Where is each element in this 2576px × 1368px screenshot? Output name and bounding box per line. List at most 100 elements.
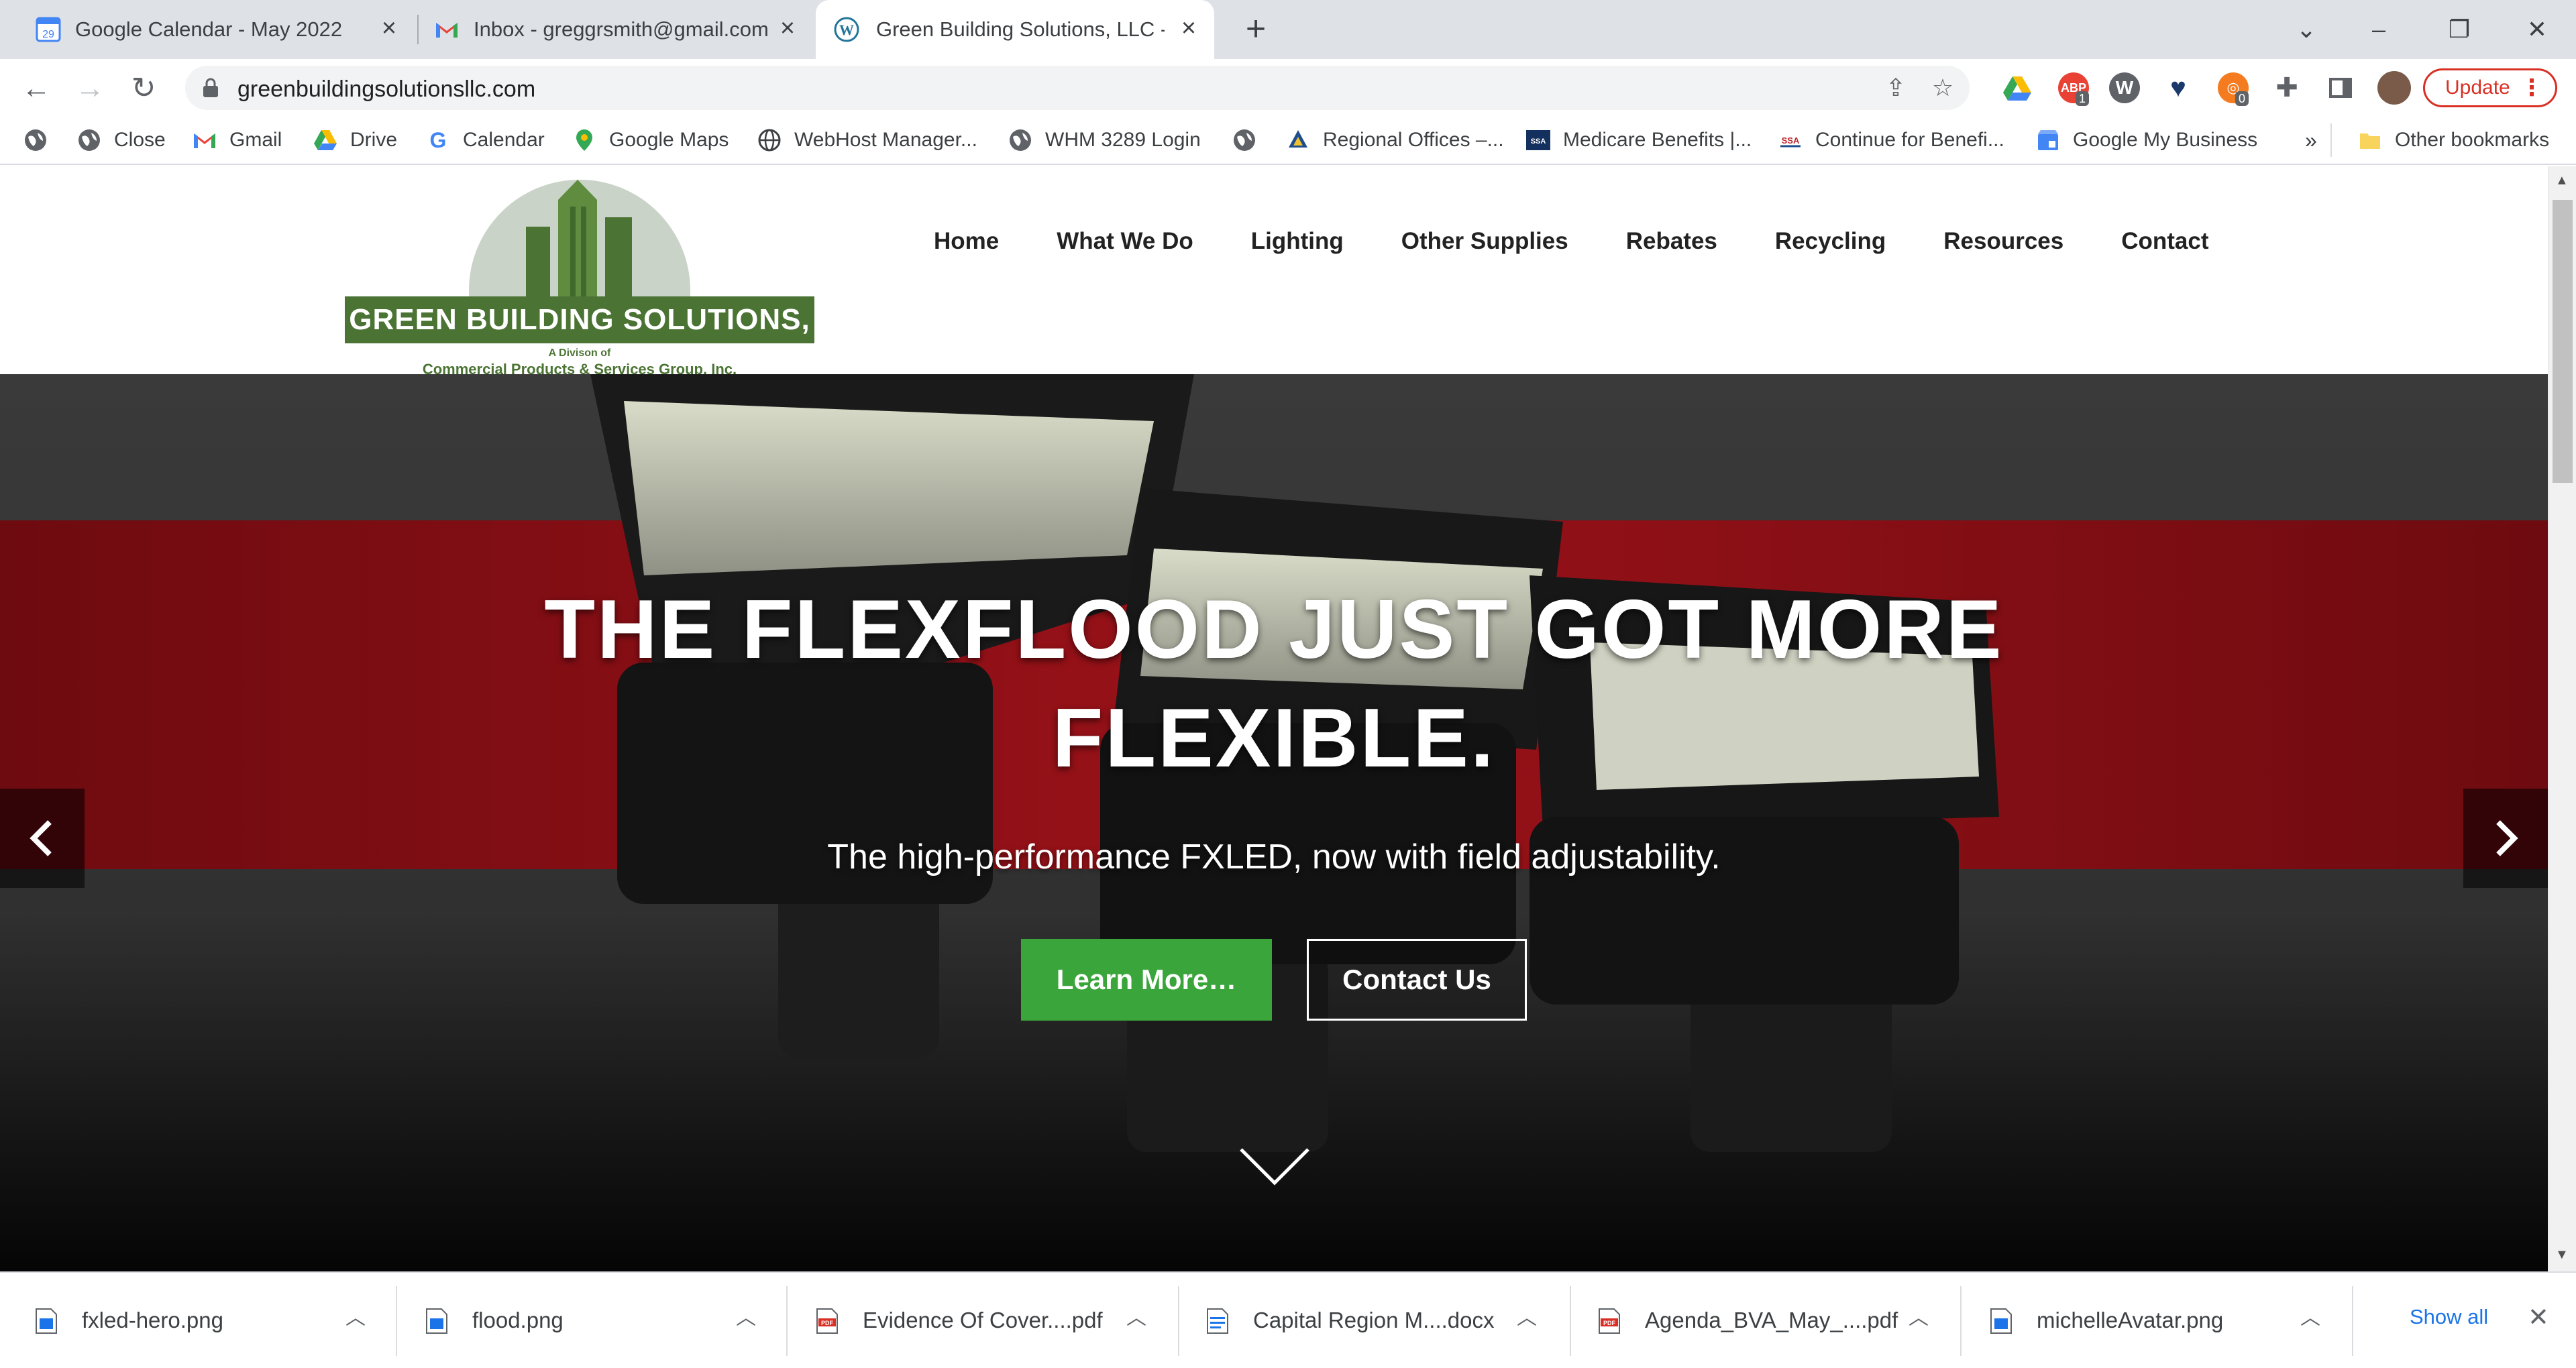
page-scrollbar[interactable]: ▲ ▼ [2548,166,2576,1271]
download-item[interactable]: michelleAvatar.png ︿ [1990,1288,2325,1355]
bookmarks-overflow-button[interactable]: » [2305,125,2317,156]
update-button[interactable]: Update ⋮ [2423,68,2557,107]
close-window-button[interactable]: ✕ [2516,8,2559,51]
tab-google-calendar[interactable]: 29 Google Calendar - May 2022 × [0,0,416,59]
close-tab-icon[interactable]: × [1175,15,1202,42]
other-bookmarks[interactable]: Other bookmarks [2357,125,2549,156]
more-menu-icon[interactable]: ⋮ [2520,70,2543,105]
forward-button[interactable]: → [71,70,109,107]
url-text[interactable]: greenbuildingsolutionsllc.com [237,76,535,103]
bookmark-medicare-benefits[interactable]: SSA Medicare Benefits |... [1525,125,1752,156]
download-item[interactable]: flood.png ︿ [425,1288,761,1355]
bookmark-continue-for-benefits[interactable]: SSA Continue for Benefi... [1778,125,2004,156]
bookmark-label: Regional Offices –... [1323,129,1504,151]
google-drive-extension-icon[interactable] [2002,72,2033,103]
bookmark-google-maps[interactable]: Google Maps [572,125,729,156]
download-separator [396,1286,397,1356]
flood-lights-hero-image [0,374,2548,1271]
minimize-window-button[interactable]: – [2357,8,2400,51]
chevron-up-icon[interactable]: ︿ [1123,1305,1150,1332]
chevron-up-icon[interactable]: ︿ [1905,1305,1932,1332]
download-separator [1960,1286,1962,1356]
nav-rebates[interactable]: Rebates [1626,228,1717,260]
chevron-up-icon[interactable]: ︿ [2297,1305,2324,1332]
close-tab-icon[interactable]: × [376,15,402,42]
scroll-up-arrow-icon[interactable]: ▲ [2555,173,2569,188]
slider-prev-button[interactable] [0,789,85,888]
heart-extension-icon[interactable]: ♥ [2163,72,2194,103]
chevron-up-icon[interactable]: ︿ [733,1305,759,1332]
bookmark-label: Drive [350,129,398,151]
bookmark-regional-offices[interactable]: Regional Offices –... [1285,125,1504,156]
bookmark-item[interactable] [23,125,60,156]
bookmark-star-icon[interactable]: ☆ [1929,74,1956,101]
bookmark-whm-login[interactable]: WHM 3289 Login [1008,125,1201,156]
browser-tab-strip: 29 Google Calendar - May 2022 × Inbox - … [0,0,2576,59]
svg-text:SSA: SSA [1531,137,1546,146]
globe-icon [78,129,100,151]
bookmark-gmail[interactable]: Gmail [192,125,282,156]
chevron-up-icon[interactable]: ︿ [342,1305,369,1332]
bookmark-calendar[interactable]: G Calendar [425,125,545,156]
svg-text:PDF: PDF [1603,1320,1616,1326]
nav-recycling[interactable]: Recycling [1775,228,1886,260]
extensions-puzzle-icon[interactable]: ✚ [2271,72,2302,103]
image-file-icon [1990,1308,2012,1334]
site-header: GREEN BUILDING SOLUTIONS, LLC A Divison … [0,166,2548,383]
globe-icon [758,129,781,152]
nav-contact[interactable]: Contact [2121,228,2208,260]
scroll-down-arrow-icon[interactable]: ▼ [2555,1247,2569,1263]
bookmark-google-my-business[interactable]: Google My Business [2035,125,2257,156]
nav-other-supplies[interactable]: Other Supplies [1401,228,1568,260]
lock-icon[interactable] [201,78,220,98]
pdf-file-icon: PDF [1599,1308,1620,1334]
wordpress-extension-icon[interactable]: W [2109,72,2140,103]
bookmark-webhost-manager[interactable]: WebHost Manager... [757,125,977,156]
side-panel-icon[interactable] [2325,72,2356,103]
doc-file-icon [1207,1308,1228,1334]
building-logo-icon [469,180,690,300]
gmail-icon [194,133,215,148]
reload-button[interactable]: ↻ [125,70,162,107]
chevron-up-icon[interactable]: ︿ [1513,1305,1540,1332]
nav-lighting[interactable]: Lighting [1251,228,1344,260]
contact-us-button[interactable]: Contact Us [1307,939,1527,1021]
nav-home[interactable]: Home [934,228,999,260]
bookmark-drive[interactable]: Drive [313,125,397,156]
site-logo[interactable]: GREEN BUILDING SOLUTIONS, LLC A Divison … [345,180,814,383]
tab-search-chevron-icon[interactable]: ⌄ [2285,8,2328,51]
svg-text:G: G [430,128,447,152]
share-icon[interactable]: ⇪ [1882,74,1909,101]
address-bar[interactable]: greenbuildingsolutionsllc.com ⇪ ☆ [185,66,1970,110]
download-item[interactable]: PDF Evidence Of Cover....pdf ︿ [816,1288,1151,1355]
show-all-downloads-link[interactable]: Show all [2410,1305,2488,1329]
download-item[interactable]: PDF Agenda_BVA_May_....pdf ︿ [1598,1288,1933,1355]
bookmark-close[interactable]: Close [76,125,166,156]
download-item[interactable]: fxled-hero.png ︿ [35,1288,370,1355]
hero-subtitle: The high-performance FXLED, now with fie… [827,838,1721,876]
restore-window-button[interactable]: ❐ [2438,8,2481,51]
scrollbar-thumb[interactable] [2553,200,2573,483]
tab-gmail-inbox[interactable]: Inbox - greggrsmith@gmail.com × [419,0,814,59]
close-download-shelf-icon[interactable]: ✕ [2528,1302,2549,1332]
close-tab-icon[interactable]: × [774,15,801,42]
back-button[interactable]: ← [17,70,55,107]
download-filename: flood.png [472,1308,564,1332]
bookmark-label: Google My Business [2073,129,2258,151]
nav-what-we-do[interactable]: What We Do [1057,228,1193,260]
new-tab-button[interactable]: + [1238,11,1273,47]
download-item[interactable]: Capital Region M....docx ︿ [1206,1288,1542,1355]
bookmark-item[interactable] [1232,125,1269,156]
svg-text:W: W [839,21,854,38]
globe-icon [1010,129,1031,151]
profile-avatar[interactable] [2377,71,2411,105]
webpage-viewport: GREEN BUILDING SOLUTIONS, LLC A Divison … [0,166,2548,1271]
learn-more-button[interactable]: Learn More… [1021,939,1272,1021]
scroll-down-chevron-icon[interactable] [1238,1145,1311,1188]
tab-green-building-solutions[interactable]: W Green Building Solutions, LLC - N × [816,0,1214,59]
globe-icon [25,129,46,151]
nav-resources[interactable]: Resources [1943,228,2063,260]
drive-icon [314,130,337,150]
svg-text:29: 29 [42,29,54,40]
slider-next-button[interactable] [2463,789,2548,888]
